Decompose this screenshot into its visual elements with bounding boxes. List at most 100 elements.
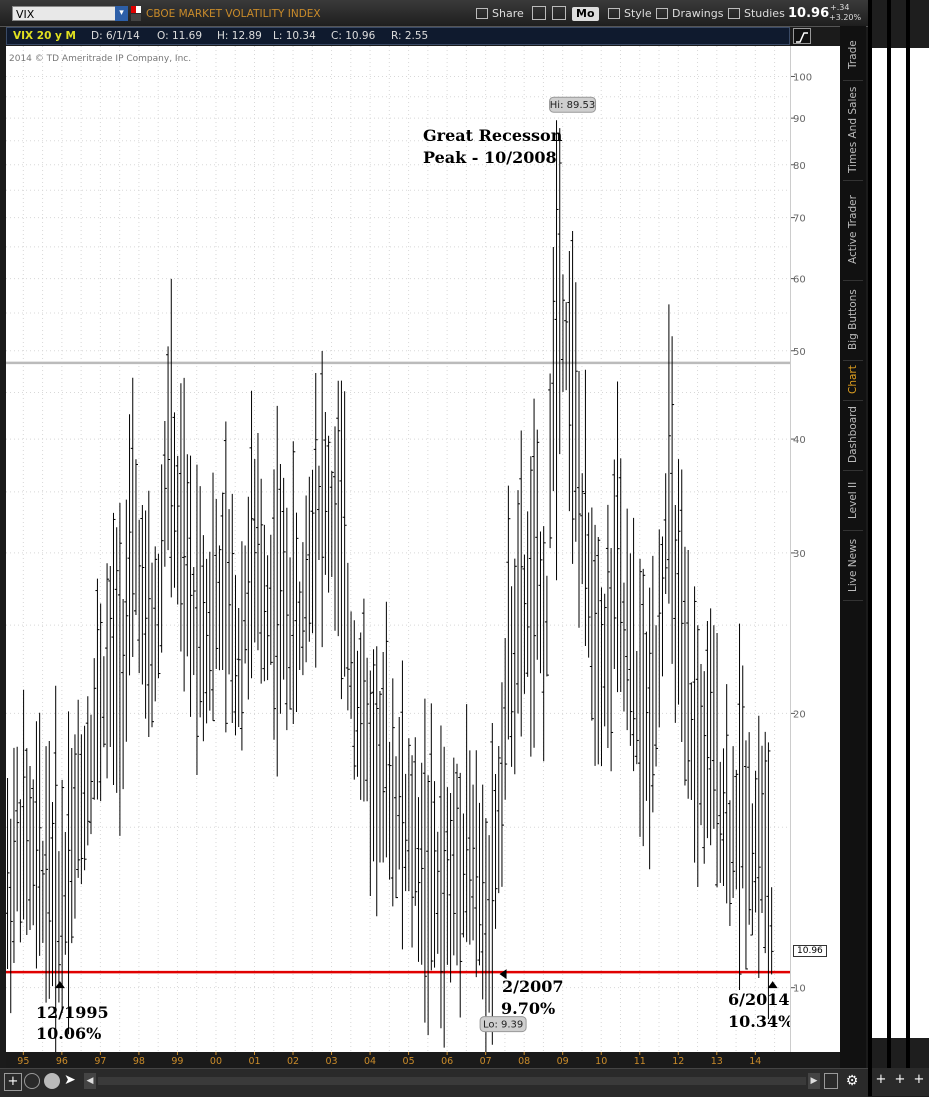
time-axis-label: 03 (325, 1056, 337, 1067)
price-axis-label: 90 (793, 114, 806, 125)
time-axis-label: 04 (364, 1056, 376, 1067)
price-change: +.34 (830, 3, 850, 12)
bottom-toolbar: + ➤ ◀ ▶ ⚙ (0, 1068, 868, 1097)
price-axis-label: 40 (793, 435, 806, 446)
chart-type-icon[interactable] (793, 28, 811, 44)
studies-button[interactable]: Studies (728, 6, 785, 22)
zoom-reset-icon[interactable] (24, 1073, 40, 1089)
price-axis-label: 60 (793, 275, 806, 286)
side-chart-3-area[interactable] (910, 48, 929, 1038)
zoom-in-icon[interactable]: + (874, 1072, 888, 1088)
scroll-left-button[interactable]: ◀ (84, 1073, 96, 1089)
share-button[interactable]: Share (476, 6, 524, 22)
tab-active-trader[interactable]: Active Trader (843, 180, 863, 281)
time-axis[interactable]: 95 96 97 98 99 00 01 02 03 04 05 06 07 08 09 10 11 12 13 14 (6, 1052, 840, 1068)
style-icon (608, 8, 620, 19)
trend-icon (796, 32, 808, 43)
crosshair-button[interactable] (532, 6, 546, 22)
price-axis-label: 50 (793, 347, 806, 358)
time-axis-label: 07 (480, 1056, 492, 1067)
time-axis-label: 01 (248, 1056, 260, 1067)
low-marker-triangle (54, 981, 65, 989)
annotation-low2-value: 9.70% (501, 999, 556, 1018)
zoom-in-icon[interactable]: + (4, 1073, 22, 1091)
pencil-icon (656, 8, 668, 19)
last-price: 10.96 (788, 6, 830, 21)
side-bottom-toolbar: + + + (872, 1068, 929, 1096)
tab-trade[interactable]: Trade (843, 30, 863, 81)
side-chart-panel-3[interactable] (910, 0, 929, 1096)
top-toolbar: VIX ▾ CBOE MARKET VOLATILITY INDEX Share… (0, 0, 868, 27)
time-axis-label: 11 (634, 1056, 646, 1067)
drawings-button[interactable]: Drawings (656, 6, 723, 22)
tab-level-ii[interactable]: Level II (843, 470, 863, 531)
time-axis-label: 97 (94, 1056, 106, 1067)
info-open: O: 11.69 (157, 30, 203, 42)
time-axis-label: 99 (171, 1056, 183, 1067)
price-axis-label: 10 (793, 984, 806, 995)
side-chart-panel-2[interactable] (891, 0, 906, 1096)
time-axis-label: 08 (518, 1056, 530, 1067)
studies-icon (728, 8, 740, 19)
price-change-percent: +3.20% (829, 13, 862, 22)
price-axis-label: 80 (793, 161, 806, 172)
price-axis-label: 70 (793, 214, 806, 225)
annotation-low3-value: 10.34% (728, 1012, 794, 1031)
zoom-in-icon[interactable]: + (912, 1072, 926, 1088)
price-axis-label: 100 (793, 72, 812, 83)
zoom-in-icon[interactable]: + (893, 1072, 907, 1088)
annotation-low1-value: 10.06% (36, 1024, 102, 1043)
crosshair-icon (532, 6, 546, 20)
tab-dashboard[interactable]: Dashboard (843, 400, 863, 471)
time-axis-label: 06 (441, 1056, 453, 1067)
annotation-peak-title: Great Recesson (423, 126, 563, 145)
annotation-peak-date: Peak - 10/2008 (423, 148, 557, 167)
last-price-marker: 10.96 (793, 945, 827, 957)
symbol-input[interactable]: VIX (12, 6, 116, 21)
time-axis-label: 10 (595, 1056, 607, 1067)
flag-icon[interactable] (131, 6, 141, 21)
style-button[interactable]: Style (608, 6, 652, 22)
time-axis-label: 12 (672, 1056, 684, 1067)
cursor-icon[interactable]: ➤ (64, 1072, 76, 1088)
right-side-tabs: Trade Times And Sales Active Trader Big But… (840, 26, 866, 1068)
annotation-low2-date: 2/2007 (502, 977, 564, 996)
info-close: C: 10.96 (331, 30, 376, 42)
magnifier-icon[interactable] (44, 1073, 60, 1089)
mode-button[interactable]: Mo (572, 7, 599, 21)
time-axis-label: 95 (17, 1056, 29, 1067)
info-date: D: 6/1/14 (91, 30, 140, 42)
time-axis-label: 00 (210, 1056, 222, 1067)
symbol-description: CBOE MARKET VOLATILITY INDEX (146, 8, 321, 20)
side-chart-panel-1[interactable] (872, 0, 887, 1096)
settings-icon[interactable]: ⚙ (844, 1073, 860, 1089)
symbol-dropdown-button[interactable]: ▾ (115, 6, 128, 21)
chart-canvas[interactable]: Hi: 89.53 Lo: 9.39 (5, 46, 790, 1082)
time-axis-canvas: 95 96 97 98 99 00 01 02 03 04 05 06 07 08 09 10 11 12 13 14 (17, 1052, 761, 1067)
wrench-icon (552, 6, 566, 20)
price-axis-label: 30 (793, 549, 806, 560)
chart-period[interactable]: VIX 20 y M (13, 28, 76, 44)
info-high: H: 12.89 (217, 30, 262, 42)
low-marker-triangle (767, 981, 778, 989)
tab-chart[interactable]: Chart (843, 360, 863, 401)
tab-live-news[interactable]: Live News (843, 530, 863, 601)
price-chart[interactable]: Hi: 89.53 Lo: 9.39 2014 © TD Ameritrade I… (5, 46, 794, 1082)
wrench-button[interactable] (552, 6, 566, 22)
tab-times-and-sales[interactable]: Times And Sales (843, 80, 863, 181)
time-axis-label: 02 (287, 1056, 299, 1067)
copyright-text: 2014 © TD Ameritrade IP Company, Inc. (9, 54, 192, 64)
tab-big-buttons[interactable]: Big Buttons (843, 280, 863, 361)
time-axis-label: 98 (133, 1056, 145, 1067)
scroll-right-button[interactable]: ▶ (808, 1073, 820, 1089)
side-chart-1-area[interactable] (872, 48, 887, 1038)
info-low: L: 10.34 (273, 30, 316, 42)
share-icon (476, 8, 488, 19)
side-chart-2-area[interactable] (891, 48, 906, 1038)
horizontal-scrollbar[interactable] (98, 1077, 806, 1085)
price-axis-label: 20 (793, 709, 806, 720)
expand-icon[interactable] (824, 1073, 838, 1089)
time-axis-label: 05 (403, 1056, 415, 1067)
price-axis[interactable]: 10 20 30 40 50 60 70 80 90 100 10.96 (790, 46, 841, 1052)
high-price-bubble-text: Hi: 89.53 (550, 100, 595, 111)
